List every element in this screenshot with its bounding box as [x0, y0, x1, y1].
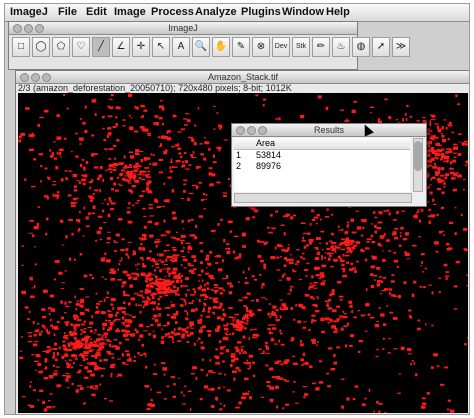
text-tool-icon[interactable]: A: [172, 37, 190, 57]
table-row[interactable]: 1 53814: [234, 150, 410, 161]
color-picker-tool-icon[interactable]: ✎: [232, 37, 250, 57]
scroll-thumb[interactable]: [414, 141, 422, 171]
vertical-scrollbar[interactable]: [413, 138, 423, 192]
menu-help[interactable]: Help: [326, 6, 350, 18]
results-window-titlebar[interactable]: Results: [232, 124, 426, 137]
dev-tool-icon[interactable]: Dev: [272, 37, 290, 57]
polygon-tool-icon[interactable]: ⬠: [52, 37, 70, 57]
toolbar-window-titlebar[interactable]: ImageJ: [9, 22, 357, 35]
row-index: 1: [236, 150, 242, 160]
freehand-tool-icon[interactable]: ♡: [72, 37, 90, 57]
menu-process[interactable]: Process: [151, 6, 194, 18]
image-info-line: 2/3 (amazon_deforestation_20050710); 720…: [18, 83, 292, 93]
results-window-title: Results: [313, 125, 344, 135]
window-controls: [13, 24, 46, 36]
area-value: 89976: [256, 161, 282, 171]
minimize-icon[interactable]: [31, 73, 40, 82]
results-table[interactable]: Area 1 53814 2 89976: [234, 138, 410, 192]
zoom-icon[interactable]: [42, 73, 51, 82]
close-icon[interactable]: [20, 73, 29, 82]
window-controls: [236, 126, 269, 138]
horizontal-scrollbar[interactable]: [234, 193, 412, 203]
row-index: 2: [236, 161, 242, 171]
point-tool-icon[interactable]: ✛: [132, 37, 150, 57]
image-window: Amazon_Stack.tif 2/3 (amazon_deforestati…: [15, 70, 469, 414]
stk-tool-icon[interactable]: Stk: [292, 37, 310, 57]
toolbar-window-title: ImageJ: [168, 23, 198, 33]
minimize-icon[interactable]: [247, 126, 256, 135]
angle-tool-icon[interactable]: ∠: [112, 37, 130, 57]
zoom-icon[interactable]: [35, 24, 44, 33]
image-window-title: Amazon_Stack.tif: [207, 72, 279, 82]
menu-plugins[interactable]: Plugins: [241, 6, 281, 18]
brush-tool-icon[interactable]: ♨: [332, 37, 350, 57]
stop-tool-icon[interactable]: ⊗: [252, 37, 270, 57]
tool-strip: □ ◯ ⬠ ♡ ╱ ∠ ✛ ↖ A 🔍 ✋ ✎ ⊗ Dev Stk ✏ ♨ ◍ ➚ ≫: [12, 37, 412, 59]
line-tool-icon[interactable]: ╱: [92, 37, 110, 57]
results-window: Results Area 1 53814 2 89976: [231, 123, 427, 207]
close-icon[interactable]: [13, 24, 22, 33]
menu-analyze[interactable]: Analyze: [195, 6, 237, 18]
results-header-row: Area: [234, 138, 410, 150]
pencil-tool-icon[interactable]: ✏: [312, 37, 330, 57]
menu-edit[interactable]: Edit: [86, 6, 107, 18]
column-header-area[interactable]: Area: [256, 138, 275, 148]
menu-bar: ImageJ File Edit Image Process Analyze P…: [5, 4, 469, 22]
rectangle-tool-icon[interactable]: □: [12, 37, 30, 57]
more-tools-icon[interactable]: ≫: [392, 37, 410, 57]
area-value: 53814: [256, 150, 282, 160]
menu-imagej[interactable]: ImageJ: [10, 6, 48, 18]
zoom-icon[interactable]: [258, 126, 267, 135]
flood-fill-tool-icon[interactable]: ◍: [352, 37, 370, 57]
oval-tool-icon[interactable]: ◯: [32, 37, 50, 57]
table-row[interactable]: 2 89976: [234, 161, 410, 172]
hand-tool-icon[interactable]: ✋: [212, 37, 230, 57]
menu-file[interactable]: File: [58, 6, 77, 18]
menu-window[interactable]: Window: [282, 6, 324, 18]
minimize-icon[interactable]: [24, 24, 33, 33]
arrow-tool-icon[interactable]: ➚: [372, 37, 390, 57]
magnifier-tool-icon[interactable]: 🔍: [192, 37, 210, 57]
menu-image[interactable]: Image: [114, 6, 146, 18]
wand-tool-icon[interactable]: ↖: [152, 37, 170, 57]
screenshot-frame: ImageJ File Edit Image Process Analyze P…: [4, 3, 470, 415]
close-icon[interactable]: [236, 126, 245, 135]
imagej-toolbar-window: ImageJ □ ◯ ⬠ ♡ ╱ ∠ ✛ ↖ A 🔍 ✋ ✎ ⊗ Dev Stk ✏ ♨ ◍ ➚ ≫: [8, 21, 410, 70]
